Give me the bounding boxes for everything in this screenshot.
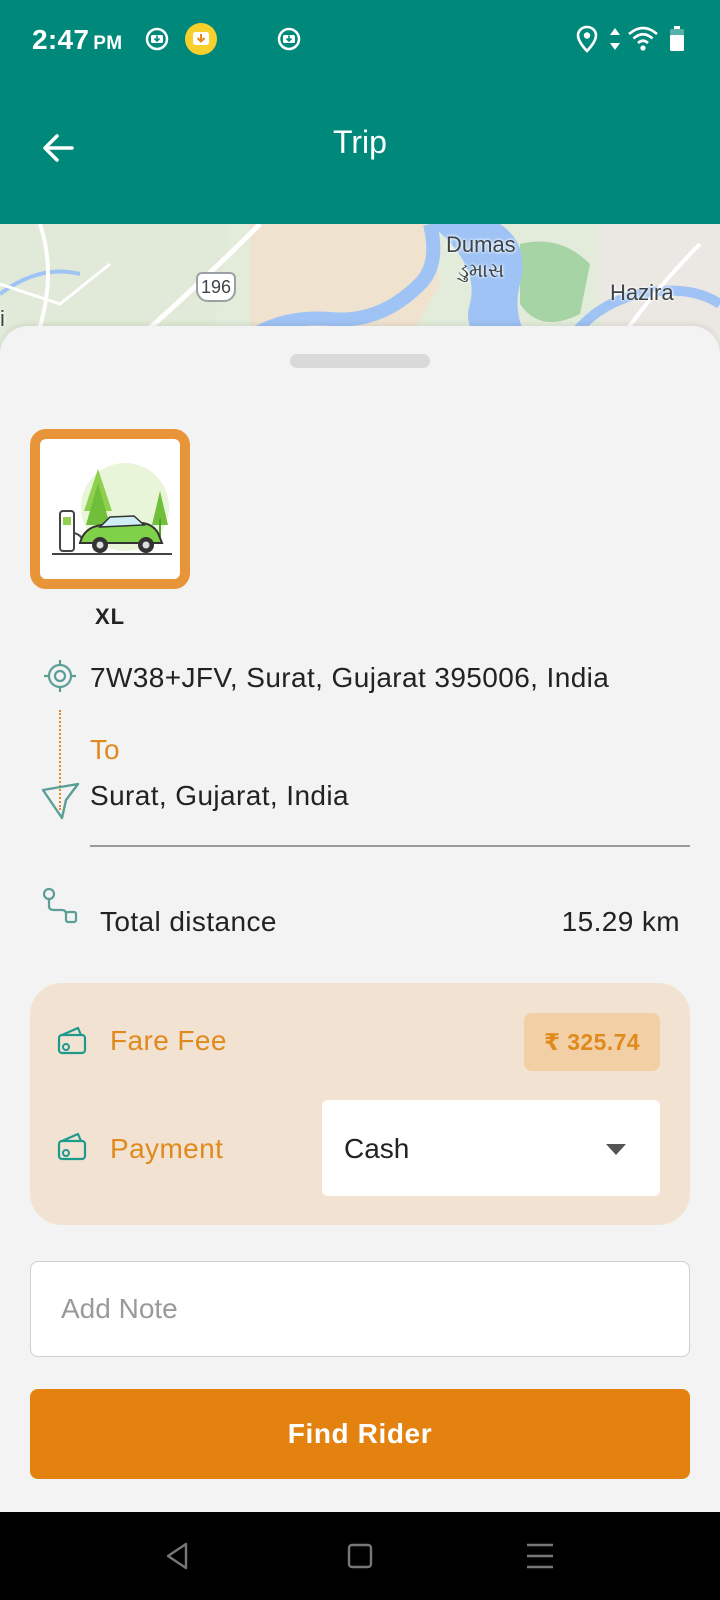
trip-bottom-sheet: XL 7W38+JFV, Surat, Gujarat 395006, Indi… <box>0 326 720 1512</box>
status-time: 2:47 PM <box>32 24 122 56</box>
wallet-icon <box>57 1132 87 1161</box>
data-arrows-icon <box>610 28 620 50</box>
payment-method-dropdown[interactable]: Cash <box>322 1100 660 1196</box>
battery-icon <box>670 26 684 51</box>
app-toolbar: Trip <box>0 80 720 224</box>
system-nav-bar <box>0 1512 720 1600</box>
page-title: Trip <box>333 124 387 160</box>
wifi-icon <box>628 26 658 51</box>
payment-method-value: Cash <box>344 1133 410 1164</box>
fare-panel: Fare Fee ₹ 325.74 Payment Cash <box>30 983 690 1225</box>
nav-menu-icon[interactable] <box>520 1536 560 1576</box>
status-time-value: 2:47 <box>32 24 90 55</box>
fare-fee-value: ₹ 325.74 <box>524 1013 660 1071</box>
download-notification-icon <box>145 27 169 51</box>
map-label-hazira: Hazira <box>610 280 674 305</box>
car-charging-icon <box>52 463 172 555</box>
fare-fee-label: Fare Fee <box>110 1025 227 1056</box>
payment-label: Payment <box>110 1133 224 1164</box>
route-shield: 196 <box>196 272 236 302</box>
dropoff-underline <box>90 845 690 847</box>
nav-home-icon[interactable] <box>340 1536 380 1576</box>
dropoff-pin-icon <box>41 782 80 820</box>
status-bar: 2:47 PM <box>0 0 720 80</box>
map-label-edge: i <box>0 306 5 331</box>
vehicle-option-card[interactable] <box>30 429 190 589</box>
download-notification-icon <box>277 27 301 51</box>
to-label: To <box>90 734 120 765</box>
map-label-dumas: Dumas <box>446 232 516 257</box>
download-notification-icon <box>185 23 217 55</box>
wallet-icon <box>57 1026 87 1055</box>
pickup-location-icon <box>44 660 76 692</box>
map-label-dumas-gujarati: ડુમાસ <box>458 260 505 282</box>
sheet-drag-handle[interactable] <box>290 354 430 368</box>
pickup-address[interactable]: 7W38+JFV, Surat, Gujarat 395006, India <box>90 662 609 694</box>
status-ampm: PM <box>93 33 123 54</box>
find-rider-button[interactable]: Find Rider <box>30 1389 690 1479</box>
total-distance-label: Total distance <box>100 906 277 937</box>
route-distance-icon <box>42 887 78 924</box>
vehicle-option-label: XL <box>94 604 126 629</box>
total-distance-value: 15.29 km <box>561 906 680 937</box>
dropoff-address[interactable]: Surat, Gujarat, India <box>90 780 349 812</box>
add-note-input[interactable] <box>30 1261 690 1357</box>
chevron-down-icon <box>606 1144 626 1155</box>
location-icon <box>576 25 598 53</box>
nav-back-icon[interactable] <box>158 1536 198 1576</box>
